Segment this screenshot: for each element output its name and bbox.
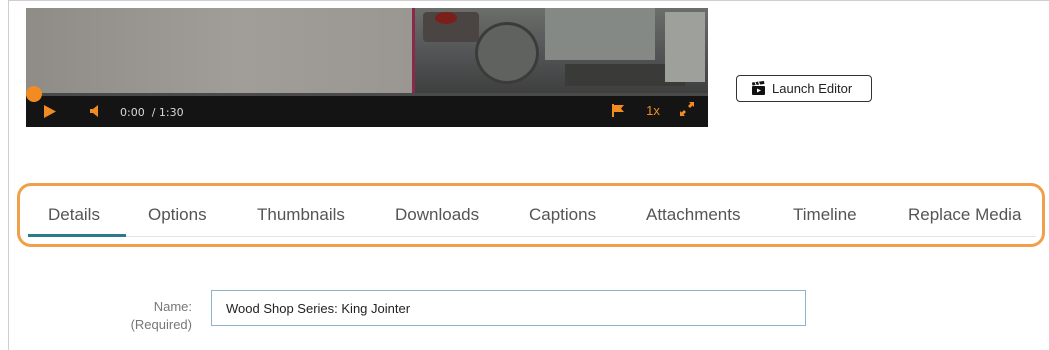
name-field[interactable] — [211, 290, 806, 326]
fullscreen-icon[interactable] — [678, 100, 696, 118]
progress-scrubber[interactable] — [26, 86, 42, 102]
tab-details[interactable]: Details — [48, 205, 100, 225]
page-frame-left — [8, 0, 9, 350]
playback-speed[interactable]: 1x — [642, 102, 664, 118]
video-frame-wall — [26, 8, 412, 93]
play-icon[interactable] — [42, 103, 58, 119]
volume-icon[interactable] — [86, 103, 102, 119]
video-player[interactable]: 0:00 / 1:30 1x — [26, 8, 708, 127]
page-frame-top — [8, 0, 1049, 1]
tab-replace-media[interactable]: Replace Media — [908, 205, 1021, 225]
video-frame-machine — [415, 8, 708, 93]
launch-editor-label: Launch Editor — [772, 81, 853, 96]
name-label-text: Name: — [153, 299, 192, 314]
clapperboard-icon — [751, 81, 766, 96]
tab-captions[interactable]: Captions — [529, 205, 596, 225]
name-required-text: (Required) — [130, 317, 192, 332]
tab-timeline[interactable]: Timeline — [793, 205, 857, 225]
current-time: 0:00 — [120, 106, 145, 119]
tab-attachments[interactable]: Attachments — [646, 205, 741, 225]
flag-icon[interactable] — [610, 102, 626, 118]
player-controls: 0:00 / 1:30 1x — [26, 86, 708, 127]
time-display: 0:00 / 1:30 — [120, 106, 184, 119]
name-field-label: Name: (Required) — [110, 298, 192, 334]
duration: / 1:30 — [151, 106, 184, 119]
launch-editor-button[interactable]: Launch Editor — [736, 75, 872, 102]
tab-thumbnails[interactable]: Thumbnails — [257, 205, 345, 225]
tab-downloads[interactable]: Downloads — [395, 205, 479, 225]
tab-options[interactable]: Options — [148, 205, 207, 225]
progress-bar[interactable] — [26, 93, 708, 96]
